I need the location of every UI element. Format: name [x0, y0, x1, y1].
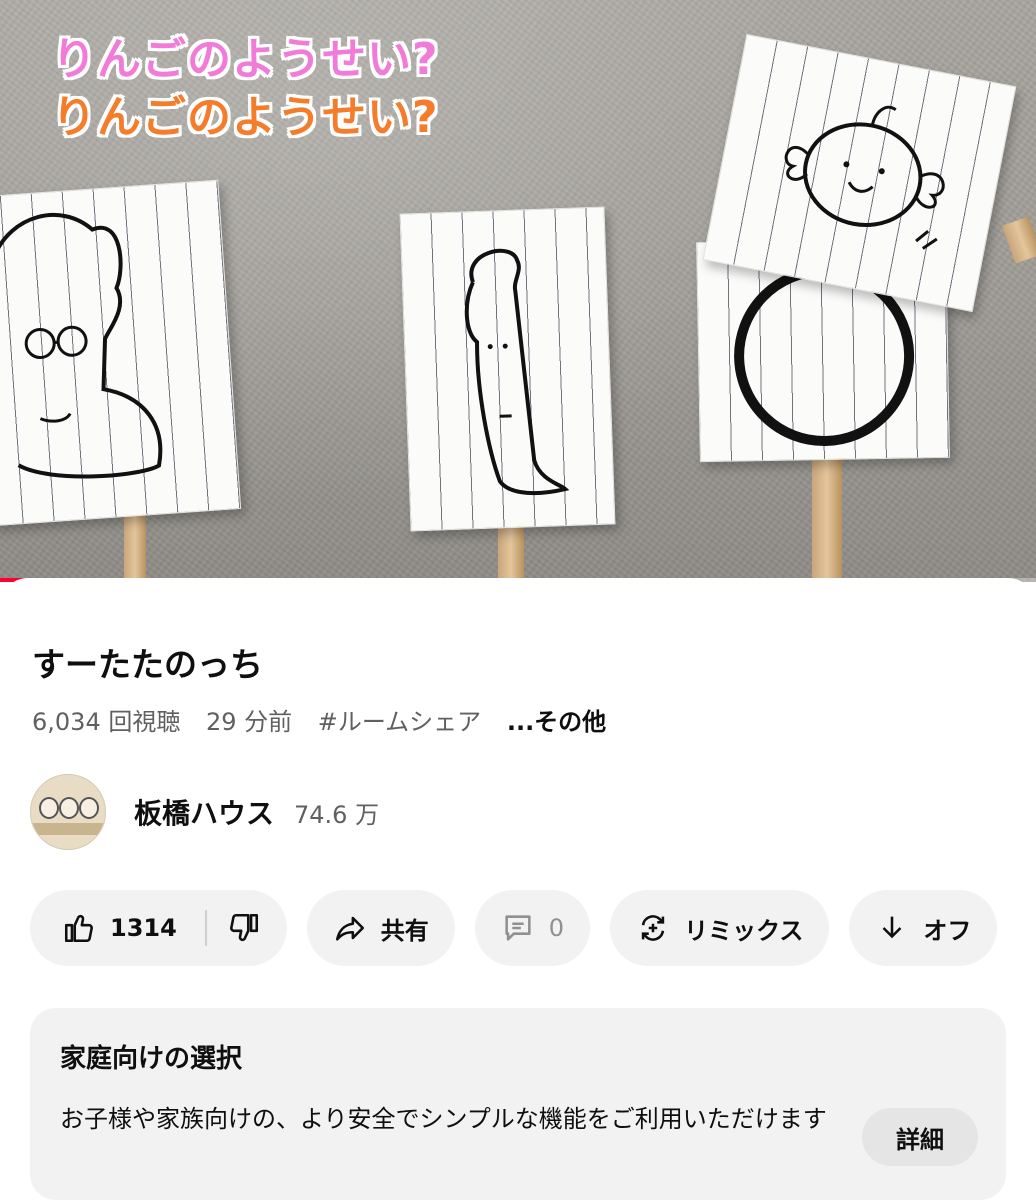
video-caption-line-1: りんごのようせい?: [52, 34, 439, 85]
channel-avatar[interactable]: [30, 774, 106, 850]
remix-icon: [641, 915, 665, 941]
share-button[interactable]: 共有: [306, 890, 455, 966]
subscriber-count: 74.6 万: [294, 800, 380, 829]
offline-label: オフ: [923, 916, 972, 945]
avatar-face-2: [59, 797, 79, 819]
stick-apple: [812, 455, 842, 582]
more-link[interactable]: ...その他: [507, 708, 606, 736]
thumb-down-icon[interactable]: [227, 911, 261, 945]
video-metadata[interactable]: 6,034 回視聴 29 分前 #ルームシェア ...その他: [32, 702, 624, 737]
upload-time: 29 分前: [205, 708, 293, 736]
avatar-face-1: [39, 797, 59, 819]
family-card-description: お子様や家族向けの、より安全でシンプルな機能をご利用いただけます: [60, 1105, 827, 1133]
hashtag-link[interactable]: #ルームシェア: [318, 708, 481, 736]
avatar-face-3: [79, 797, 99, 819]
video-title: すーたたのっち: [32, 645, 263, 684]
details-button[interactable]: 詳細: [862, 1108, 978, 1166]
like-divider: [204, 910, 207, 946]
channel-name[interactable]: 板橋ハウス: [134, 792, 274, 832]
drawing-card-long-face: [399, 206, 616, 532]
view-count: 6,034 回視聴: [32, 708, 181, 736]
long-face-drawing: [464, 248, 570, 496]
comment-count: 0: [548, 914, 565, 942]
comment-icon: [505, 915, 531, 941]
channel-row[interactable]: 板橋ハウス 74.6 万: [30, 774, 379, 850]
action-bar: 1314 共有 0 リミックス オフ: [30, 890, 1036, 966]
thumb-up-icon[interactable]: [62, 911, 96, 945]
like-count: 1314: [110, 914, 177, 942]
drawing-card-glasses-face: [0, 179, 242, 527]
share-label: 共有: [380, 916, 429, 945]
video-player[interactable]: りんごのようせい? りんごのようせい?: [0, 0, 1036, 582]
offline-button[interactable]: オフ: [849, 890, 998, 966]
like-dislike-button[interactable]: 1314: [30, 890, 287, 966]
download-icon: [882, 916, 902, 939]
remix-button[interactable]: リミックス: [610, 890, 830, 966]
video-caption-line-2: りんごのようせい?: [52, 92, 439, 143]
comments-button[interactable]: 0: [474, 890, 591, 966]
glasses-face-drawing: [0, 213, 163, 479]
avatar-band: [31, 823, 105, 835]
share-arrow-icon: [335, 916, 364, 941]
stick-right: [1002, 216, 1036, 264]
family-card-title: 家庭向けの選択: [60, 1044, 243, 1074]
remix-label: リミックス: [684, 916, 804, 945]
family-options-card: 家庭向けの選択 お子様や家族向けの、より安全でシンプルな機能をご利用いただけます…: [30, 1008, 1006, 1200]
video-info-panel: すーたたのっち 6,034 回視聴 29 分前 #ルームシェア ...その他 板…: [0, 578, 1036, 1200]
